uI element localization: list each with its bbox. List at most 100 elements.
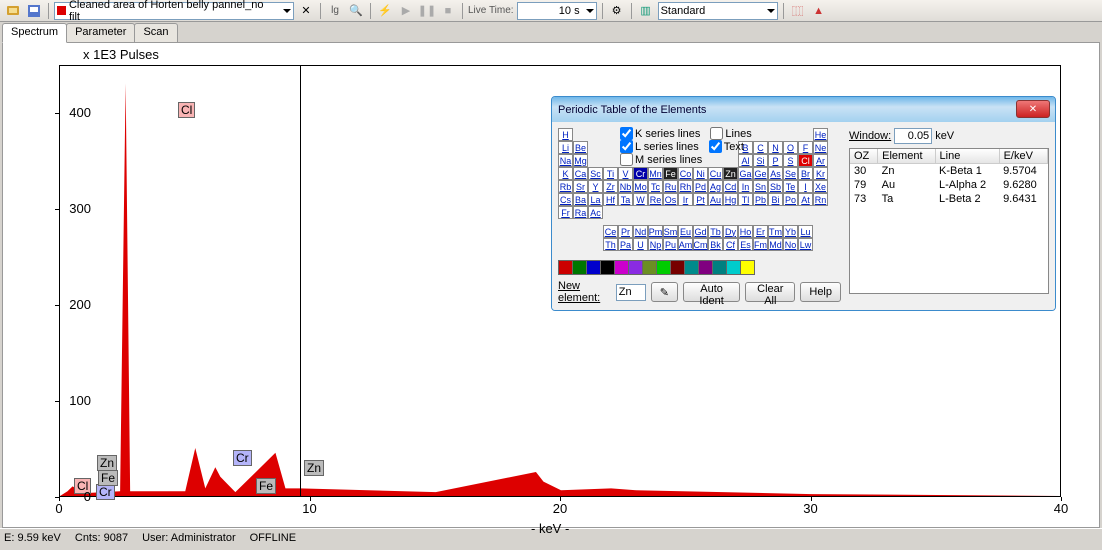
color-swatch[interactable]	[726, 260, 741, 275]
element-zn[interactable]: Zn	[723, 167, 738, 180]
element-gd[interactable]: Gd	[693, 225, 708, 238]
element-n[interactable]: N	[768, 141, 783, 154]
lg-button[interactable]: lg	[326, 2, 344, 20]
element-no[interactable]: No	[783, 238, 798, 251]
element-fr[interactable]: Fr	[558, 206, 573, 219]
element-he[interactable]: He	[813, 128, 828, 141]
col-header[interactable]: OZ	[850, 149, 878, 164]
file-dropdown[interactable]: Cleaned area of Horten belly pannel_no f…	[54, 2, 294, 20]
table-row[interactable]: 30ZnK-Beta 19.5704	[850, 164, 1048, 179]
l-series-check[interactable]: L series lines	[620, 140, 699, 153]
spectrum-icon[interactable]: ▥	[637, 2, 655, 20]
element-tm[interactable]: Tm	[768, 225, 783, 238]
element-ba[interactable]: Ba	[573, 193, 588, 206]
element-cl[interactable]: Cl	[798, 154, 813, 167]
live-time-dropdown[interactable]: 10 s	[517, 2, 597, 20]
element-hf[interactable]: Hf	[603, 193, 618, 206]
element-th[interactable]: Th	[603, 238, 618, 251]
element-se[interactable]: Se	[783, 167, 798, 180]
element-lu[interactable]: Lu	[798, 225, 813, 238]
element-ra[interactable]: Ra	[573, 206, 588, 219]
element-lw[interactable]: Lw	[798, 238, 813, 251]
color-swatch[interactable]	[684, 260, 699, 275]
element-be[interactable]: Be	[573, 141, 588, 154]
element-h[interactable]: H	[558, 128, 573, 141]
element-cu[interactable]: Cu	[708, 167, 723, 180]
element-cf[interactable]: Cf	[723, 238, 738, 251]
element-os[interactable]: Os	[663, 193, 678, 206]
element-fm[interactable]: Fm	[753, 238, 768, 251]
element-na[interactable]: Na	[558, 154, 573, 167]
peak-icon[interactable]: ▲	[810, 2, 828, 20]
element-sm[interactable]: Sm	[663, 225, 678, 238]
color-swatch[interactable]	[586, 260, 601, 275]
pause-icon[interactable]: ❚❚	[418, 2, 436, 20]
close-button[interactable]: ✕	[1016, 100, 1050, 118]
element-ti[interactable]: Ti	[603, 167, 618, 180]
peak-label-fe[interactable]: Fe	[256, 478, 276, 494]
element-u[interactable]: U	[633, 238, 648, 251]
element-cd[interactable]: Cd	[723, 180, 738, 193]
close-icon[interactable]: ✕	[297, 2, 315, 20]
element-cm[interactable]: Cm	[693, 238, 708, 251]
color-swatch[interactable]	[628, 260, 643, 275]
element-o[interactable]: O	[783, 141, 798, 154]
element-ac[interactable]: Ac	[588, 206, 603, 219]
element-pd[interactable]: Pd	[693, 180, 708, 193]
element-np[interactable]: Np	[648, 238, 663, 251]
color-swatch[interactable]	[558, 260, 573, 275]
tab-scan[interactable]: Scan	[134, 23, 177, 43]
element-si[interactable]: Si	[753, 154, 768, 167]
save-icon[interactable]	[25, 2, 43, 20]
element-i[interactable]: I	[798, 180, 813, 193]
element-ca[interactable]: Ca	[573, 167, 588, 180]
element-te[interactable]: Te	[783, 180, 798, 193]
element-br[interactable]: Br	[798, 167, 813, 180]
text-check[interactable]: Text	[709, 140, 744, 153]
element-au[interactable]: Au	[708, 193, 723, 206]
window-input[interactable]	[894, 128, 932, 144]
element-md[interactable]: Md	[768, 238, 783, 251]
color-swatch[interactable]	[740, 260, 755, 275]
element-er[interactable]: Er	[753, 225, 768, 238]
element-mg[interactable]: Mg	[573, 154, 588, 167]
element-al[interactable]: Al	[738, 154, 753, 167]
table-row[interactable]: 79AuL-Alpha 29.6280	[850, 178, 1048, 192]
element-in[interactable]: In	[738, 180, 753, 193]
element-kr[interactable]: Kr	[813, 167, 828, 180]
gear-icon[interactable]: ⚙	[608, 2, 626, 20]
element-at[interactable]: At	[798, 193, 813, 206]
element-sc[interactable]: Sc	[588, 167, 603, 180]
element-mn[interactable]: Mn	[648, 167, 663, 180]
element-ga[interactable]: Ga	[738, 167, 753, 180]
element-dy[interactable]: Dy	[723, 225, 738, 238]
element-f[interactable]: F	[798, 141, 813, 154]
element-w[interactable]: W	[633, 193, 648, 206]
element-y[interactable]: Y	[588, 180, 603, 193]
element-sr[interactable]: Sr	[573, 180, 588, 193]
element-pb[interactable]: Pb	[753, 193, 768, 206]
element-cr[interactable]: Cr	[633, 167, 648, 180]
element-la[interactable]: La	[588, 193, 603, 206]
element-ni[interactable]: Ni	[693, 167, 708, 180]
element-yb[interactable]: Yb	[783, 225, 798, 238]
element-as[interactable]: As	[768, 167, 783, 180]
new-element-input[interactable]	[616, 284, 646, 301]
element-re[interactable]: Re	[648, 193, 663, 206]
element-sb[interactable]: Sb	[768, 180, 783, 193]
element-ne[interactable]: Ne	[813, 141, 828, 154]
element-ar[interactable]: Ar	[813, 154, 828, 167]
element-ir[interactable]: Ir	[678, 193, 693, 206]
zoom-icon[interactable]: 🔍	[347, 2, 365, 20]
element-pm[interactable]: Pm	[648, 225, 663, 238]
mode-dropdown[interactable]: Standard	[658, 2, 778, 20]
chart-icon[interactable]: ⿲	[789, 2, 807, 20]
col-header[interactable]: E/keV	[999, 149, 1047, 164]
element-es[interactable]: Es	[738, 238, 753, 251]
col-header[interactable]: Element	[878, 149, 935, 164]
element-rh[interactable]: Rh	[678, 180, 693, 193]
element-tc[interactable]: Tc	[648, 180, 663, 193]
element-nb[interactable]: Nb	[618, 180, 633, 193]
peak-label-fe[interactable]: Fe	[98, 470, 118, 486]
peak-label-zn[interactable]: Zn	[97, 455, 117, 471]
